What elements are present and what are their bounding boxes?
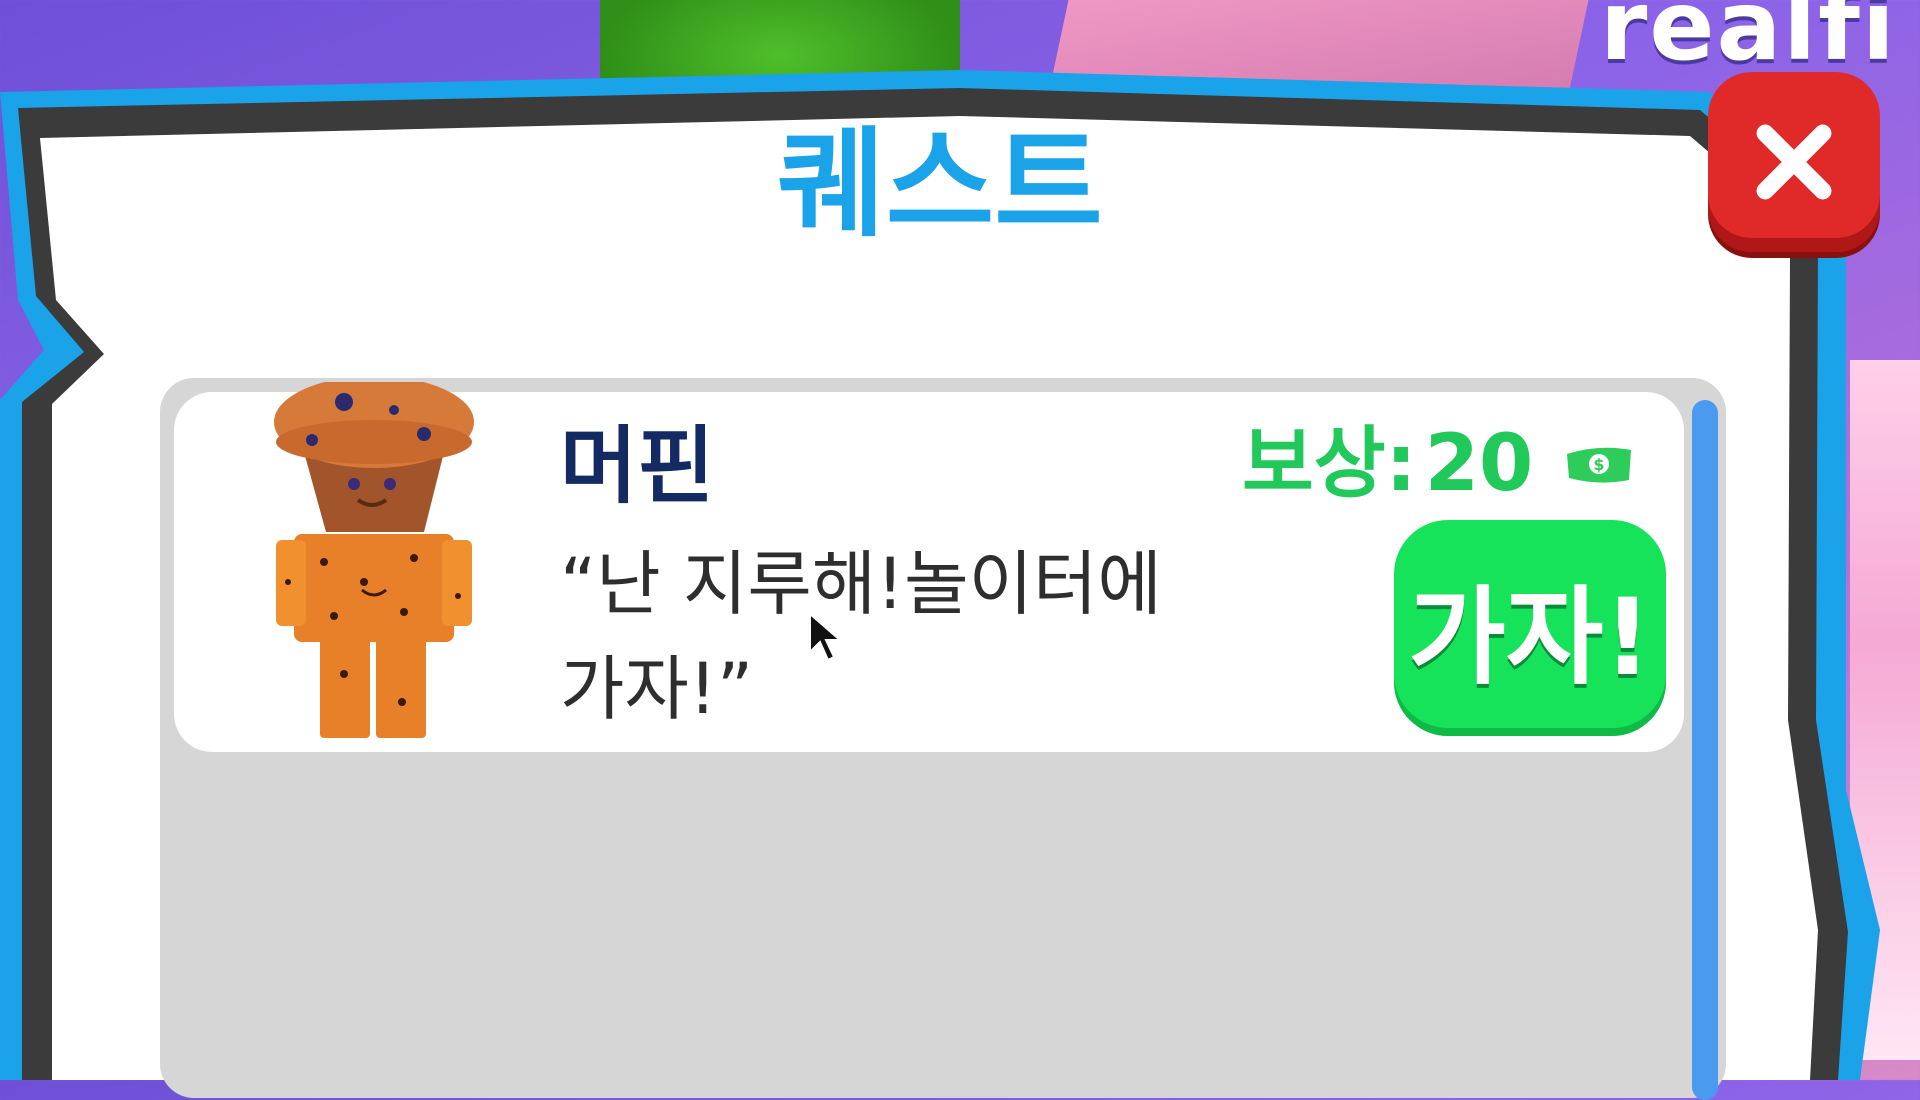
mouse-cursor-icon xyxy=(809,612,843,662)
reward-value: 20 xyxy=(1424,419,1534,509)
reward-label: 보상: xyxy=(1242,419,1417,509)
close-button[interactable] xyxy=(1708,72,1880,252)
quest-reward: 보상: 20 $ xyxy=(1242,419,1635,509)
quest-go-label: 가자! xyxy=(1408,576,1652,699)
money-bill-icon: $ xyxy=(1567,447,1632,483)
quest-list-scrollbar[interactable] xyxy=(1692,400,1718,1100)
quest-npc-name: 머핀 xyxy=(560,417,715,515)
muffin-character-avatar xyxy=(274,382,474,738)
quest-card: 머핀 “난 지루해!놀이터에 가자!” 보상: 20 $ 가자! xyxy=(174,382,1684,752)
close-x-icon xyxy=(1756,124,1832,200)
quest-message: “난 지루해!놀이터에 가자!” xyxy=(560,543,1162,730)
quest-panel-title: 퀘스트 xyxy=(777,115,1103,253)
svg-text:$: $ xyxy=(1594,455,1605,474)
quest-go-button[interactable]: 가자! xyxy=(1394,520,1666,736)
